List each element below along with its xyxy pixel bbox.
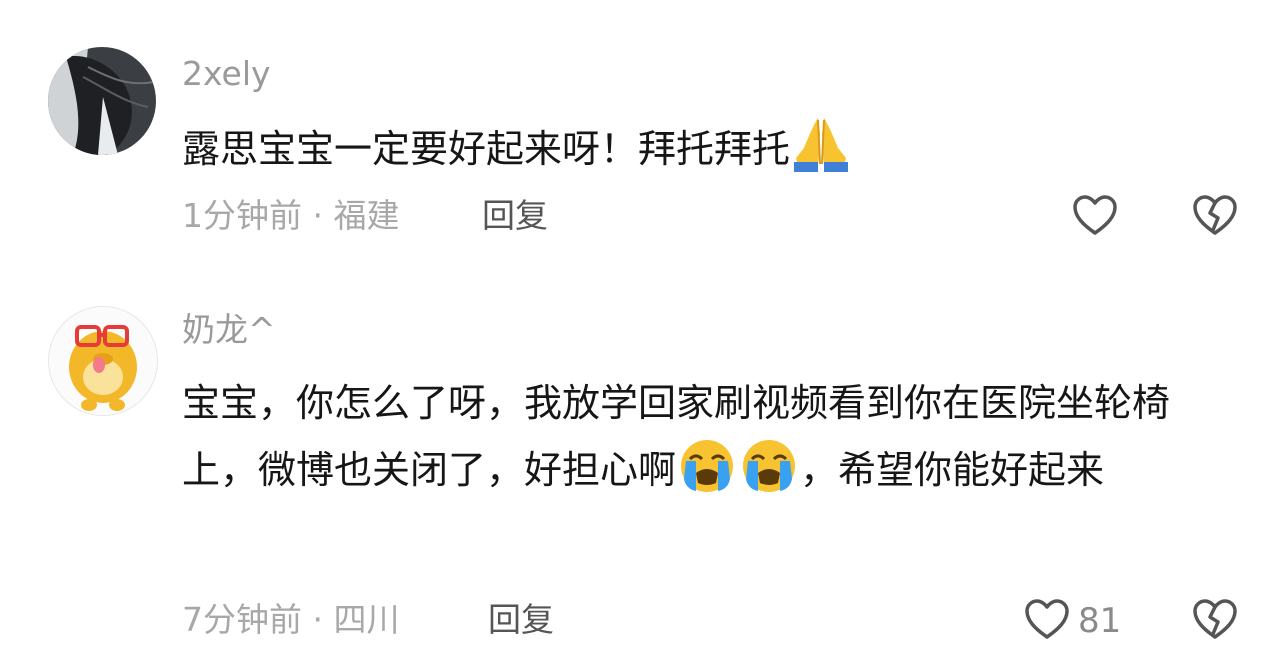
like-button[interactable]: 81 [1024,598,1121,644]
comment-time: 1分钟前 [182,196,302,235]
like-button[interactable] [1072,194,1126,240]
like-count: 81 [1078,601,1122,641]
comment-text: 宝宝，你怎么了呀，我放学回家刷视频看到你在医院坐轮椅上，微博也关闭了，好担心啊 … [182,370,1232,514]
avatar[interactable] [48,306,158,416]
comment-item: 2xely 露思宝宝一定要好起来呀！拜托拜托 1分钟前 · 福建 回复 [0,0,1276,270]
dislike-button[interactable] [1192,194,1238,240]
heart-icon [1072,194,1118,240]
reply-button[interactable]: 回复 [482,194,548,238]
reply-button[interactable]: 回复 [488,598,554,642]
loudly-crying-face-emoji [740,439,798,514]
comment-location: 福建 [333,196,400,235]
heart-icon [1024,598,1070,644]
dislike-button[interactable] [1192,598,1238,644]
comment-text-content: 露思宝宝一定要好起来呀！拜托拜托 [182,127,791,171]
comment-meta: 7分钟前 · 四川 [182,598,399,642]
comment-text: 露思宝宝一定要好起来呀！拜托拜托 [182,114,1242,193]
avatar[interactable] [48,47,156,155]
username[interactable]: 2xely [182,52,271,96]
comment-item: 奶龙^ 宝宝，你怎么了呀，我放学回家刷视频看到你在医院坐轮椅上，微博也关闭了，好… [0,270,1276,661]
comment-location: 四川 [333,600,400,639]
comment-time: 7分钟前 [182,600,302,639]
meta-separator: · [302,600,334,639]
broken-heart-icon [1192,599,1238,644]
broken-heart-icon [1192,195,1238,240]
comment-meta: 1分钟前 · 福建 [182,194,399,238]
username[interactable]: 奶龙^ [182,308,276,352]
loudly-crying-face-emoji [678,439,736,514]
meta-separator: · [302,196,334,235]
folded-hands-emoji [792,114,850,193]
comment-text-content-tail: ，希望你能好起来 [800,448,1105,492]
